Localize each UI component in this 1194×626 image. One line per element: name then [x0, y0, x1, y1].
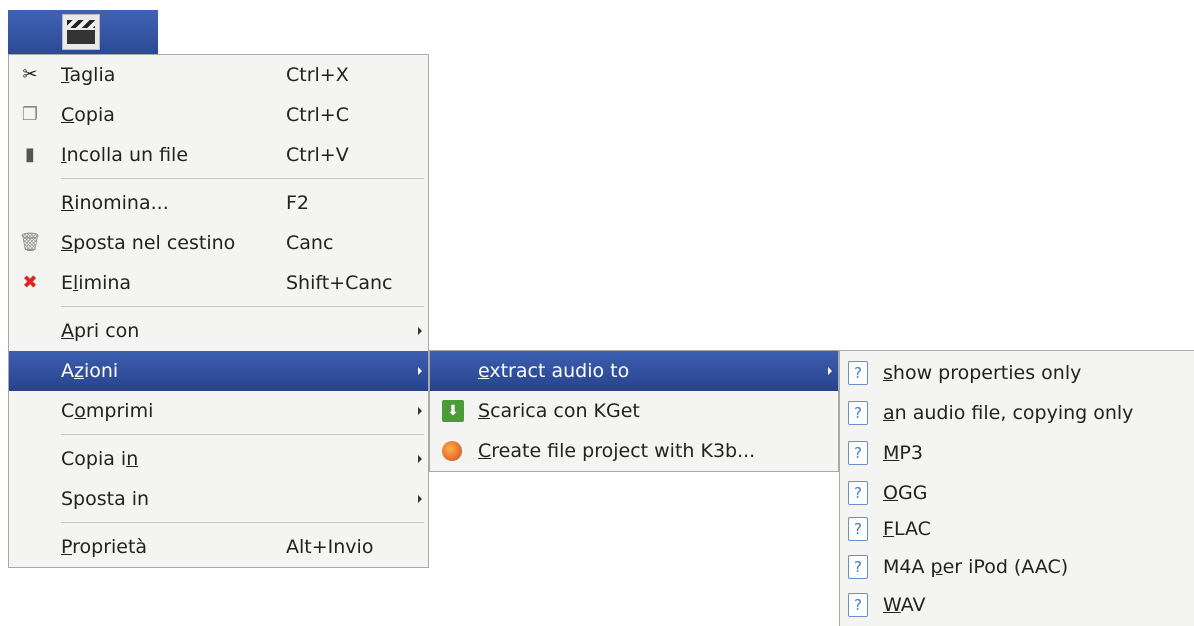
menu-separator	[61, 434, 424, 435]
menu-separator	[61, 522, 424, 523]
menu-item-label: Azioni	[61, 360, 119, 382]
clapper-top	[67, 20, 95, 28]
context-menu: ✂ Taglia Ctrl+X ❐ Copia Ctrl+C ▮ Incolla…	[8, 54, 429, 568]
menu-item-label: Apri con	[61, 320, 140, 342]
menu-item-label: show properties only	[883, 362, 1082, 384]
menu-item-audio-file-copy[interactable]: ? an audio file, copying only	[840, 393, 1194, 433]
menu-separator	[61, 306, 424, 307]
menu-item-comprimi[interactable]: Comprimi	[9, 391, 428, 431]
menu-item-scarica-con-kget[interactable]: ⬇ Scarica con KGet	[430, 391, 838, 431]
submenu-arrow-icon	[418, 495, 422, 503]
menu-item-shortcut: Ctrl+C	[286, 104, 349, 126]
unknown-action-icon: ?	[848, 555, 868, 579]
menu-item-label: M4A per iPod (AAC)	[883, 556, 1069, 578]
paste-icon: ▮	[25, 144, 35, 165]
menu-item-label: Rinomina...	[61, 192, 169, 214]
video-file-icon[interactable]	[62, 14, 100, 50]
menu-item-label: Proprietà	[61, 536, 148, 558]
menu-item-label: Sposta nel cestino	[61, 232, 236, 254]
unknown-action-icon: ?	[848, 441, 868, 465]
menu-item-elimina[interactable]: ✖ Elimina Shift+Canc	[9, 263, 428, 303]
menu-item-sposta-nel-cestino[interactable]: 🗑 Sposta nel cestino Canc	[9, 223, 428, 263]
menu-item-show-properties[interactable]: ? show properties only	[840, 353, 1194, 393]
unknown-action-icon: ?	[848, 401, 868, 425]
menu-item-label: Taglia	[61, 64, 116, 86]
menu-item-label: Elimina	[61, 272, 132, 294]
menu-item-proprieta[interactable]: Proprietà Alt+Invio	[9, 527, 428, 567]
menu-item-azioni[interactable]: Azioni	[9, 351, 428, 391]
menu-item-label: Copia	[61, 104, 115, 126]
k3b-icon	[442, 441, 462, 461]
menu-item-shortcut: F2	[286, 192, 310, 214]
submenu-arrow-icon	[418, 455, 422, 463]
menu-item-extract-audio-to[interactable]: extract audio to	[430, 351, 838, 391]
menu-item-shortcut: Shift+Canc	[286, 272, 393, 294]
menu-item-label: Comprimi	[61, 400, 154, 422]
menu-item-ogg[interactable]: ? OGG	[840, 473, 1194, 513]
clapper-body	[67, 30, 95, 44]
menu-item-sposta-in[interactable]: Sposta in	[9, 479, 428, 519]
menu-item-label: MP3	[883, 442, 923, 464]
menu-item-label: Sposta in	[61, 488, 150, 510]
scissors-icon: ✂	[22, 64, 38, 85]
menu-item-apri-con[interactable]: Apri con	[9, 311, 428, 351]
menu-item-rinomina[interactable]: Rinomina... F2	[9, 183, 428, 223]
kget-icon: ⬇	[442, 400, 464, 422]
extract-audio-submenu: ? show properties only ? an audio file, …	[839, 350, 1194, 626]
menu-item-copia[interactable]: ❐ Copia Ctrl+C	[9, 95, 428, 135]
unknown-action-icon: ?	[848, 593, 868, 617]
menu-item-label: extract audio to	[478, 360, 630, 382]
azioni-submenu: extract audio to ⬇ Scarica con KGet Crea…	[429, 350, 839, 472]
copy-icon: ❐	[21, 104, 39, 125]
menu-item-m4a[interactable]: ? M4A per iPod (AAC)	[840, 547, 1194, 587]
submenu-arrow-icon	[418, 407, 422, 415]
menu-item-create-k3b-project[interactable]: Create file project with K3b...	[430, 431, 838, 471]
menu-item-incolla[interactable]: ▮ Incolla un file Ctrl+V	[9, 135, 428, 175]
trash-icon: 🗑	[18, 232, 42, 253]
menu-item-label: an audio file, copying only	[883, 402, 1134, 424]
menu-item-mp3[interactable]: ? MP3	[840, 433, 1194, 473]
menu-item-shortcut: Alt+Invio	[286, 536, 374, 558]
menu-item-shortcut: Ctrl+V	[286, 144, 349, 166]
delete-icon: ✖	[22, 272, 38, 293]
submenu-arrow-icon	[418, 367, 422, 375]
menu-item-flac[interactable]: ? FLAC	[840, 509, 1194, 549]
menu-item-label: Scarica con KGet	[478, 400, 640, 422]
menu-item-taglia[interactable]: ✂ Taglia Ctrl+X	[9, 55, 428, 95]
menu-separator	[61, 178, 424, 179]
menu-item-label: Incolla un file	[61, 144, 189, 166]
menu-item-label: FLAC	[883, 518, 931, 540]
menu-item-label: OGG	[883, 482, 928, 504]
unknown-action-icon: ?	[848, 481, 868, 505]
submenu-arrow-icon	[418, 327, 422, 335]
menu-item-label: Copia in	[61, 448, 139, 470]
unknown-action-icon: ?	[848, 517, 868, 541]
menu-item-label: Create file project with K3b...	[478, 440, 756, 462]
menu-item-copia-in[interactable]: Copia in	[9, 439, 428, 479]
menu-item-wav[interactable]: ? WAV	[840, 585, 1194, 625]
submenu-arrow-icon	[828, 367, 832, 375]
menu-item-shortcut: Canc	[286, 232, 334, 254]
unknown-action-icon: ?	[848, 361, 868, 385]
menu-item-label: WAV	[883, 594, 926, 616]
menu-item-shortcut: Ctrl+X	[286, 64, 349, 86]
